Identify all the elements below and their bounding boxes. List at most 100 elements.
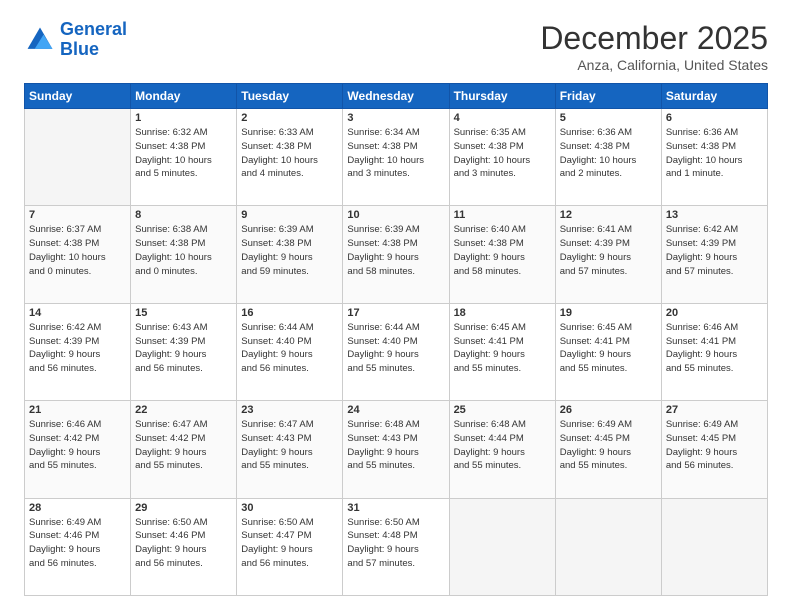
day-info: Sunrise: 6:49 AM Sunset: 4:45 PM Dayligh… (666, 418, 763, 473)
day-info: Sunrise: 6:40 AM Sunset: 4:38 PM Dayligh… (454, 223, 551, 278)
day-info: Sunrise: 6:46 AM Sunset: 4:41 PM Dayligh… (666, 321, 763, 376)
day-info: Sunrise: 6:43 AM Sunset: 4:39 PM Dayligh… (135, 321, 232, 376)
day-info: Sunrise: 6:45 AM Sunset: 4:41 PM Dayligh… (560, 321, 657, 376)
calendar-row: 7 Sunrise: 6:37 AM Sunset: 4:38 PM Daylig… (25, 206, 768, 303)
header: General Blue December 2025 Anza, Califor… (24, 20, 768, 73)
calendar-cell: 24 Sunrise: 6:48 AM Sunset: 4:43 PM Dayli… (343, 401, 449, 498)
calendar-cell: 6 Sunrise: 6:36 AM Sunset: 4:38 PM Daylig… (661, 109, 767, 206)
calendar-cell: 31Sunrise: 6:50 AM Sunset: 4:48 PM Dayli… (343, 498, 449, 595)
calendar-day-header: Thursday (449, 84, 555, 109)
day-number: 9 (241, 209, 338, 221)
sub-title: Anza, California, United States (540, 57, 768, 73)
day-number: 28 (29, 502, 126, 514)
calendar-cell: 30 Sunrise: 6:50 AM Sunset: 4:47 PM Dayli… (237, 498, 343, 595)
calendar-cell: 15 Sunrise: 6:43 AM Sunset: 4:39 PM Dayli… (131, 303, 237, 400)
calendar-day-header: Monday (131, 84, 237, 109)
logo-icon (24, 24, 56, 56)
calendar-row: 1 Sunrise: 6:32 AM Sunset: 4:38 PM Daylig… (25, 109, 768, 206)
day-number: 14 (29, 307, 126, 319)
day-number: 4 (454, 112, 551, 124)
calendar-cell: 11 Sunrise: 6:40 AM Sunset: 4:38 PM Dayli… (449, 206, 555, 303)
day-number: 19 (560, 307, 657, 319)
day-info: Sunrise: 6:45 AM Sunset: 4:41 PM Dayligh… (454, 321, 551, 376)
day-number: 29 (135, 502, 232, 514)
calendar-cell: 26 Sunrise: 6:49 AM Sunset: 4:45 PM Dayli… (555, 401, 661, 498)
day-info: Sunrise: 6:44 AM Sunset: 4:40 PM Dayligh… (347, 321, 444, 376)
day-number: 7 (29, 209, 126, 221)
calendar-day-header: Sunday (25, 84, 131, 109)
title-block: December 2025 Anza, California, United S… (540, 20, 768, 73)
day-number: 27 (666, 404, 763, 416)
calendar-day-header: Saturday (661, 84, 767, 109)
calendar-cell: 3 Sunrise: 6:34 AM Sunset: 4:38 PM Daylig… (343, 109, 449, 206)
day-number: 11 (454, 209, 551, 221)
day-info: Sunrise: 6:44 AM Sunset: 4:40 PM Dayligh… (241, 321, 338, 376)
day-info: Sunrise: 6:33 AM Sunset: 4:38 PM Dayligh… (241, 126, 338, 181)
calendar-cell: 14 Sunrise: 6:42 AM Sunset: 4:39 PM Dayli… (25, 303, 131, 400)
day-info: Sunrise: 6:49 AM Sunset: 4:45 PM Dayligh… (560, 418, 657, 473)
calendar-day-header: Tuesday (237, 84, 343, 109)
calendar-day-header: Wednesday (343, 84, 449, 109)
day-number: 13 (666, 209, 763, 221)
day-number: 1 (135, 112, 232, 124)
page: General Blue December 2025 Anza, Califor… (0, 0, 792, 612)
day-info: Sunrise: 6:34 AM Sunset: 4:38 PM Dayligh… (347, 126, 444, 181)
main-title: December 2025 (540, 20, 768, 57)
calendar-cell (449, 498, 555, 595)
day-number: 24 (347, 404, 444, 416)
calendar-table: SundayMondayTuesdayWednesdayThursdayFrid… (24, 83, 768, 596)
day-info: Sunrise: 6:37 AM Sunset: 4:38 PM Dayligh… (29, 223, 126, 278)
day-info: Sunrise: 6:48 AM Sunset: 4:43 PM Dayligh… (347, 418, 444, 473)
day-number: 26 (560, 404, 657, 416)
day-info: Sunrise: 6:42 AM Sunset: 4:39 PM Dayligh… (666, 223, 763, 278)
calendar-cell: 7 Sunrise: 6:37 AM Sunset: 4:38 PM Daylig… (25, 206, 131, 303)
day-number: 16 (241, 307, 338, 319)
day-number: 20 (666, 307, 763, 319)
calendar-cell: 18 Sunrise: 6:45 AM Sunset: 4:41 PM Dayli… (449, 303, 555, 400)
day-number: 12 (560, 209, 657, 221)
day-number: 2 (241, 112, 338, 124)
day-number: 8 (135, 209, 232, 221)
day-info: Sunrise: 6:50 AM Sunset: 4:48 PM Dayligh… (347, 516, 444, 571)
calendar-row: 14 Sunrise: 6:42 AM Sunset: 4:39 PM Dayli… (25, 303, 768, 400)
day-info: Sunrise: 6:36 AM Sunset: 4:38 PM Dayligh… (560, 126, 657, 181)
day-number: 6 (666, 112, 763, 124)
calendar-cell: 12 Sunrise: 6:41 AM Sunset: 4:39 PM Dayli… (555, 206, 661, 303)
day-info: Sunrise: 6:42 AM Sunset: 4:39 PM Dayligh… (29, 321, 126, 376)
day-info: Sunrise: 6:50 AM Sunset: 4:46 PM Dayligh… (135, 516, 232, 571)
calendar-row: 21Sunrise: 6:46 AM Sunset: 4:42 PM Dayli… (25, 401, 768, 498)
calendar-cell: 20 Sunrise: 6:46 AM Sunset: 4:41 PM Dayli… (661, 303, 767, 400)
day-number: 18 (454, 307, 551, 319)
day-info: Sunrise: 6:41 AM Sunset: 4:39 PM Dayligh… (560, 223, 657, 278)
day-info: Sunrise: 6:32 AM Sunset: 4:38 PM Dayligh… (135, 126, 232, 181)
calendar-cell (555, 498, 661, 595)
day-info: Sunrise: 6:35 AM Sunset: 4:38 PM Dayligh… (454, 126, 551, 181)
day-info: Sunrise: 6:38 AM Sunset: 4:38 PM Dayligh… (135, 223, 232, 278)
calendar-header-row: SundayMondayTuesdayWednesdayThursdayFrid… (25, 84, 768, 109)
calendar-cell (661, 498, 767, 595)
day-number: 23 (241, 404, 338, 416)
day-number: 3 (347, 112, 444, 124)
logo: General Blue (24, 20, 127, 60)
calendar-cell: 22Sunrise: 6:47 AM Sunset: 4:42 PM Dayli… (131, 401, 237, 498)
day-info: Sunrise: 6:49 AM Sunset: 4:46 PM Dayligh… (29, 516, 126, 571)
calendar-cell: 27 Sunrise: 6:49 AM Sunset: 4:45 PM Dayli… (661, 401, 767, 498)
calendar-cell: 10Sunrise: 6:39 AM Sunset: 4:38 PM Dayli… (343, 206, 449, 303)
calendar-cell: 19 Sunrise: 6:45 AM Sunset: 4:41 PM Dayli… (555, 303, 661, 400)
day-number: 30 (241, 502, 338, 514)
calendar-cell: 5 Sunrise: 6:36 AM Sunset: 4:38 PM Daylig… (555, 109, 661, 206)
calendar-cell: 17Sunrise: 6:44 AM Sunset: 4:40 PM Dayli… (343, 303, 449, 400)
day-info: Sunrise: 6:50 AM Sunset: 4:47 PM Dayligh… (241, 516, 338, 571)
calendar-cell (25, 109, 131, 206)
calendar-cell: 21Sunrise: 6:46 AM Sunset: 4:42 PM Dayli… (25, 401, 131, 498)
calendar-cell: 2 Sunrise: 6:33 AM Sunset: 4:38 PM Daylig… (237, 109, 343, 206)
day-info: Sunrise: 6:39 AM Sunset: 4:38 PM Dayligh… (241, 223, 338, 278)
day-number: 15 (135, 307, 232, 319)
day-info: Sunrise: 6:36 AM Sunset: 4:38 PM Dayligh… (666, 126, 763, 181)
day-number: 25 (454, 404, 551, 416)
calendar-cell: 16 Sunrise: 6:44 AM Sunset: 4:40 PM Dayli… (237, 303, 343, 400)
calendar-cell: 29 Sunrise: 6:50 AM Sunset: 4:46 PM Dayli… (131, 498, 237, 595)
day-number: 5 (560, 112, 657, 124)
logo-text: General Blue (60, 20, 127, 60)
day-info: Sunrise: 6:39 AM Sunset: 4:38 PM Dayligh… (347, 223, 444, 278)
